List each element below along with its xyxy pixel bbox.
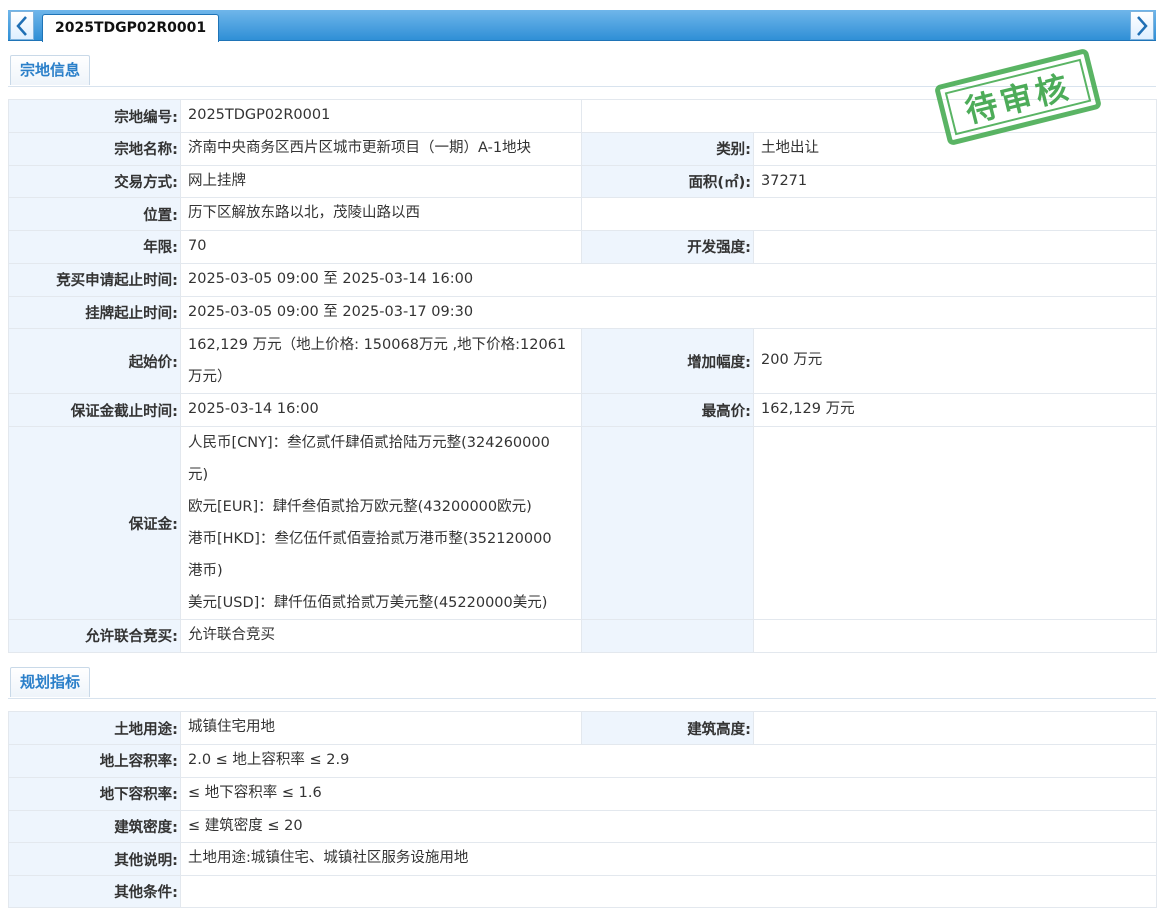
increment-label: 增加幅度: bbox=[581, 328, 754, 394]
parcel-code-label: 宗地编号: bbox=[8, 99, 181, 133]
table-row: 土地用途: 城镇住宅用地 建筑高度: bbox=[8, 711, 1157, 745]
building-density-label: 建筑密度: bbox=[8, 809, 181, 843]
building-height-label: 建筑高度: bbox=[581, 711, 754, 745]
deposit-deadline-label: 保证金截止时间: bbox=[8, 393, 181, 427]
chevron-left-icon bbox=[16, 15, 27, 36]
deposit-line: 人民币[CNY]：叁亿贰仟肆佰贰拾陆万元整(324260000 bbox=[188, 435, 550, 451]
deposit-deadline-value: 2025-03-14 16:00 bbox=[180, 393, 582, 427]
other-notes-value: 土地用途:城镇住宅、城镇社区服务设施用地 bbox=[180, 842, 1157, 876]
building-height-value bbox=[753, 711, 1157, 745]
apply-time-value: 2025-03-05 09:00 至 2025-03-14 16:00 bbox=[180, 262, 1157, 297]
other-conditions-label: 其他条件: bbox=[8, 875, 181, 908]
intensity-value bbox=[753, 230, 1157, 264]
table-row: 年限: 70 开发强度: bbox=[8, 230, 1157, 264]
parcel-code-value: 2025TDGP02R0001 bbox=[180, 99, 582, 133]
table-row: 位置: 历下区解放东路以北，茂陵山路以西 bbox=[8, 197, 1157, 231]
joint-bid-label: 允许联合竞买: bbox=[8, 619, 181, 653]
deposit-line: 元) bbox=[188, 467, 209, 483]
area-value: 37271 bbox=[753, 164, 1157, 198]
location-value: 历下区解放东路以北，茂陵山路以西 bbox=[180, 197, 582, 231]
deposit-line: 港币) bbox=[188, 563, 223, 579]
table-row: 地上容积率: 2.0 ≤ 地上容积率 ≤ 2.9 bbox=[8, 744, 1157, 778]
start-price-value: 162,129 万元（地上价格: 150068万元 ,地下价格:12061 万元… bbox=[180, 328, 582, 394]
category-label: 类别: bbox=[581, 132, 754, 166]
planning-section-title: 规划指标 bbox=[10, 667, 91, 697]
location-label: 位置: bbox=[8, 197, 181, 231]
parcel-name-value: 济南中央商务区西片区城市更新项目（一期）A-1地块 bbox=[180, 132, 582, 166]
start-price-line: 万元） bbox=[188, 369, 232, 385]
deposit-value: 人民币[CNY]：叁亿贰仟肆佰贰拾陆万元整(324260000 元) 欧元[EU… bbox=[180, 426, 582, 620]
table-row: 宗地名称: 济南中央商务区西片区城市更新项目（一期）A-1地块 类别: 土地出让 bbox=[8, 132, 1157, 166]
far-above-value: 2.0 ≤ 地上容积率 ≤ 2.9 bbox=[180, 744, 1157, 778]
table-row: 允许联合竞买: 允许联合竞买 bbox=[8, 619, 1157, 653]
deposit-line: 欧元[EUR]：肆仟叁佰贰拾万欧元整(43200000欧元) bbox=[188, 499, 532, 515]
trade-method-label: 交易方式: bbox=[8, 164, 181, 198]
table-row: 竞买申请起止时间: 2025-03-05 09:00 至 2025-03-14 … bbox=[8, 262, 1157, 297]
tab-parcel[interactable]: 2025TDGP02R0001 bbox=[42, 14, 220, 42]
start-price-label: 起始价: bbox=[8, 328, 181, 394]
intensity-label: 开发强度: bbox=[581, 230, 754, 264]
other-conditions-value bbox=[180, 875, 1157, 908]
term-value: 70 bbox=[180, 230, 582, 264]
joint-bid-value: 允许联合竞买 bbox=[180, 619, 582, 653]
chevron-right-icon bbox=[1137, 15, 1148, 36]
table-row: 其他条件: bbox=[8, 875, 1157, 908]
far-above-label: 地上容积率: bbox=[8, 744, 181, 778]
listing-time-value: 2025-03-05 09:00 至 2025-03-17 09:30 bbox=[180, 295, 1157, 329]
prev-tab-button[interactable] bbox=[10, 11, 34, 40]
table-row: 起始价: 162,129 万元（地上价格: 150068万元 ,地下价格:120… bbox=[8, 328, 1157, 394]
tab-bar: 2025TDGP02R0001 bbox=[8, 10, 1156, 42]
planning-section-header: 规划指标 bbox=[8, 667, 1156, 699]
building-density-value: ≤ 建筑密度 ≤ 20 bbox=[180, 809, 1157, 843]
far-below-label: 地下容积率: bbox=[8, 776, 181, 811]
table-row: 保证金: 人民币[CNY]：叁亿贰仟肆佰贰拾陆万元整(324260000 元) … bbox=[8, 426, 1157, 620]
deposit-line: 美元[USD]：肆仟伍佰贰拾贰万美元整(45220000美元) bbox=[188, 595, 548, 611]
max-price-label: 最高价: bbox=[581, 393, 754, 427]
deposit-label: 保证金: bbox=[8, 426, 181, 620]
max-price-value: 162,129 万元 bbox=[753, 393, 1157, 427]
table-row: 其他说明: 土地用途:城镇住宅、城镇社区服务设施用地 bbox=[8, 842, 1157, 876]
apply-time-label: 竞买申请起止时间: bbox=[8, 262, 181, 297]
table-row: 挂牌起止时间: 2025-03-05 09:00 至 2025-03-17 09… bbox=[8, 295, 1157, 329]
land-use-label: 土地用途: bbox=[8, 711, 181, 745]
trade-method-value: 网上挂牌 bbox=[180, 164, 582, 198]
increment-value: 200 万元 bbox=[753, 328, 1157, 394]
table-row: 建筑密度: ≤ 建筑密度 ≤ 20 bbox=[8, 809, 1157, 843]
land-use-value: 城镇住宅用地 bbox=[180, 711, 582, 745]
deposit-line: 港币[HKD]：叁亿伍仟贰佰壹拾贰万港币整(352120000 bbox=[188, 531, 552, 547]
table-row: 交易方式: 网上挂牌 面积(㎡): 37271 bbox=[8, 164, 1157, 198]
parcel-info-table: 宗地编号: 2025TDGP02R0001 宗地名称: 济南中央商务区西片区城市… bbox=[8, 99, 1157, 653]
term-label: 年限: bbox=[8, 230, 181, 264]
listing-time-label: 挂牌起止时间: bbox=[8, 295, 181, 329]
next-tab-button[interactable] bbox=[1130, 11, 1154, 40]
planning-info-table: 土地用途: 城镇住宅用地 建筑高度: 地上容积率: 2.0 ≤ 地上容积率 ≤ … bbox=[8, 711, 1157, 908]
far-below-value: ≤ 地下容积率 ≤ 1.6 bbox=[180, 776, 1157, 811]
table-row: 地下容积率: ≤ 地下容积率 ≤ 1.6 bbox=[8, 776, 1157, 811]
start-price-line: 162,129 万元（地上价格: 150068万元 ,地下价格:12061 bbox=[188, 337, 567, 353]
parcel-name-label: 宗地名称: bbox=[8, 132, 181, 166]
other-notes-label: 其他说明: bbox=[8, 842, 181, 876]
area-label: 面积(㎡): bbox=[581, 164, 754, 198]
table-row: 保证金截止时间: 2025-03-14 16:00 最高价: 162,129 万… bbox=[8, 393, 1157, 427]
parcel-section-title: 宗地信息 bbox=[10, 55, 91, 85]
